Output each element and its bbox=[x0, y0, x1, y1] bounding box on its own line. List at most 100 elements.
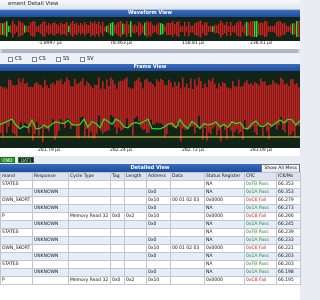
table-cell bbox=[124, 236, 147, 245]
table-row[interactable]: UNKNOWN 0x0 NA 0x1A Pass 66.233 bbox=[0, 236, 301, 245]
frame-wave-bar bbox=[262, 81, 264, 137]
table-row[interactable]: P Memory Read 32 0x0 0x2 0x10 0x0000 0xC8 Fail… bbox=[0, 276, 301, 285]
overview-wave-segment bbox=[118, 21, 120, 37]
filter-cs-2[interactable]: CS bbox=[32, 56, 46, 62]
filter-cs-1-checkbox[interactable] bbox=[8, 56, 13, 62]
table-cell: STATES bbox=[0, 228, 33, 237]
frame-wave-bar bbox=[16, 85, 18, 137]
table-cell: OWN_SKORT bbox=[0, 244, 33, 253]
lane-dat1-tag[interactable]: DAT1 bbox=[18, 157, 35, 163]
filter-sv-checkbox[interactable] bbox=[80, 56, 85, 62]
frame-wave-bar bbox=[60, 79, 62, 120]
column-header[interactable]: ICK/Ms bbox=[276, 172, 301, 181]
table-row[interactable]: UNKNOWN 0x0 NA 0x1A Pass 66.198 bbox=[0, 268, 301, 277]
column-header[interactable]: mand bbox=[0, 172, 33, 181]
table-row[interactable]: STATES NA 0xFB Pass 66.239 bbox=[0, 228, 301, 237]
column-header[interactable]: CRC bbox=[244, 172, 277, 181]
overview-wave-segment bbox=[42, 21, 44, 37]
waveform-overview-svg bbox=[0, 20, 300, 38]
table-cell: 0x0 bbox=[146, 252, 171, 261]
overview-wave-segment bbox=[22, 22, 24, 36]
column-header[interactable]: Data bbox=[170, 172, 205, 181]
frame-wave-bar bbox=[194, 79, 196, 134]
table-cell bbox=[68, 180, 111, 189]
table-row[interactable]: UNKNOWN 0x0 NA 0x1A Pass 66.245 bbox=[0, 220, 301, 229]
table-cell bbox=[68, 228, 111, 237]
filter-ss-checkbox[interactable] bbox=[56, 56, 61, 62]
table-row[interactable]: STATES NA 0xFB Pass 66.203 bbox=[0, 260, 301, 269]
table-cell bbox=[146, 260, 171, 269]
frame-wave-bar bbox=[190, 78, 192, 127]
filter-cs-1[interactable]: CS bbox=[8, 56, 22, 62]
table-header-row: mand Response Cycle Type Tag Length Address Da… bbox=[0, 172, 301, 181]
overview-wave-segment bbox=[94, 21, 96, 37]
table-row[interactable]: STATES NA 0xFB Pass 66.353 bbox=[0, 180, 301, 189]
table-cell bbox=[146, 180, 171, 189]
table-cell bbox=[124, 180, 147, 189]
table-cell bbox=[170, 180, 205, 189]
table-cell: 0x10 bbox=[146, 276, 171, 285]
table-cell: UNKNOWN bbox=[32, 268, 69, 277]
frame-wave-bar bbox=[22, 78, 24, 127]
overview-wave-segment bbox=[54, 22, 56, 36]
table-cell: P bbox=[0, 212, 33, 221]
overview-wave-segment bbox=[262, 22, 264, 36]
overview-wave-segment bbox=[116, 23, 118, 35]
table-cell: 0x0 bbox=[146, 236, 171, 245]
column-header[interactable]: Response bbox=[32, 172, 69, 181]
frame-wave-bar bbox=[250, 83, 252, 129]
overview-wave-segment bbox=[12, 20, 14, 38]
lane-cmd-tag[interactable]: CMD bbox=[0, 157, 16, 163]
overview-wave-segment bbox=[102, 21, 104, 37]
overview-wave-segment bbox=[226, 21, 228, 37]
column-header[interactable]: Cycle Type bbox=[68, 172, 111, 181]
frame-wave-bar bbox=[64, 81, 66, 129]
column-header[interactable]: Address bbox=[146, 172, 171, 181]
overview-wave-segment bbox=[202, 24, 204, 34]
table-cell: P bbox=[0, 276, 33, 285]
frame-wave-bar bbox=[226, 87, 228, 140]
overview-wave-segment bbox=[258, 23, 260, 35]
filter-sv[interactable]: SV bbox=[80, 56, 94, 62]
frame-wave-bar bbox=[158, 81, 160, 124]
frame-wave-bar bbox=[68, 80, 70, 120]
overview-wave-segment bbox=[44, 21, 46, 37]
waveform-overview[interactable] bbox=[0, 17, 300, 41]
filter-cs-2-checkbox[interactable] bbox=[32, 56, 37, 62]
table-row[interactable]: OWN_SKORT 0x10 00 01 02 03 0x0000 0xC6 Fail 6… bbox=[0, 244, 301, 253]
table-cell: Memory Read 32 bbox=[68, 212, 111, 221]
table-cell: 0x2 bbox=[124, 212, 147, 221]
frame-wave-bar bbox=[112, 79, 114, 117]
frame-wave-bar bbox=[94, 84, 96, 139]
table-cell bbox=[68, 188, 111, 197]
frame-time-axis: 281.79 µs 282.24 µs 282.72 µs 283.09 µs bbox=[0, 148, 300, 156]
table-cell bbox=[124, 252, 147, 261]
overview-wave-segment bbox=[184, 21, 186, 37]
overview-wave-segment bbox=[296, 21, 298, 37]
table-cell: 00 01 02 03 bbox=[170, 196, 205, 205]
frame-tick-1: 281.79 µs bbox=[38, 148, 61, 153]
table-cell: 0x0000 bbox=[204, 212, 245, 221]
waveform-scroll-thumb[interactable] bbox=[2, 49, 298, 53]
column-header[interactable]: Length bbox=[124, 172, 147, 181]
overview-wave-segment bbox=[52, 22, 54, 36]
table-cell bbox=[32, 260, 69, 269]
column-header[interactable]: Status Register bbox=[204, 172, 245, 181]
table-cell bbox=[32, 244, 69, 253]
detailed-table: mand Response Cycle Type Tag Length Address Da… bbox=[0, 172, 301, 285]
waveform-scrollbar[interactable] bbox=[0, 49, 300, 53]
table-row[interactable]: UNKNOWN 0x0 NA 0x1A Pass 66.353 bbox=[0, 188, 301, 197]
frame-wave-bar bbox=[270, 84, 272, 128]
frame-wave-bar bbox=[136, 79, 138, 117]
table-row[interactable]: UNKNOWN 0x0 NA 0x1A Pass 66.273 bbox=[0, 204, 301, 213]
frame-wave-bar bbox=[278, 84, 280, 126]
overview-wave-segment bbox=[160, 23, 162, 35]
table-row[interactable]: P Memory Read 32 0x0 0x2 0x10 0x0000 0xC8 Fail… bbox=[0, 212, 301, 221]
overview-wave-segment bbox=[18, 20, 20, 38]
frame-view[interactable] bbox=[0, 71, 301, 148]
table-row[interactable]: UNKNOWN 0x0 NA 0x1A Pass 66.203 bbox=[0, 252, 301, 261]
table-row[interactable]: OWN_SKORT 0x10 00 01 02 03 0x0000 0xC6 Fail 6… bbox=[0, 196, 301, 205]
filter-ss[interactable]: SS bbox=[56, 56, 69, 62]
table-cell bbox=[124, 260, 147, 269]
column-header[interactable]: Tag bbox=[110, 172, 125, 181]
